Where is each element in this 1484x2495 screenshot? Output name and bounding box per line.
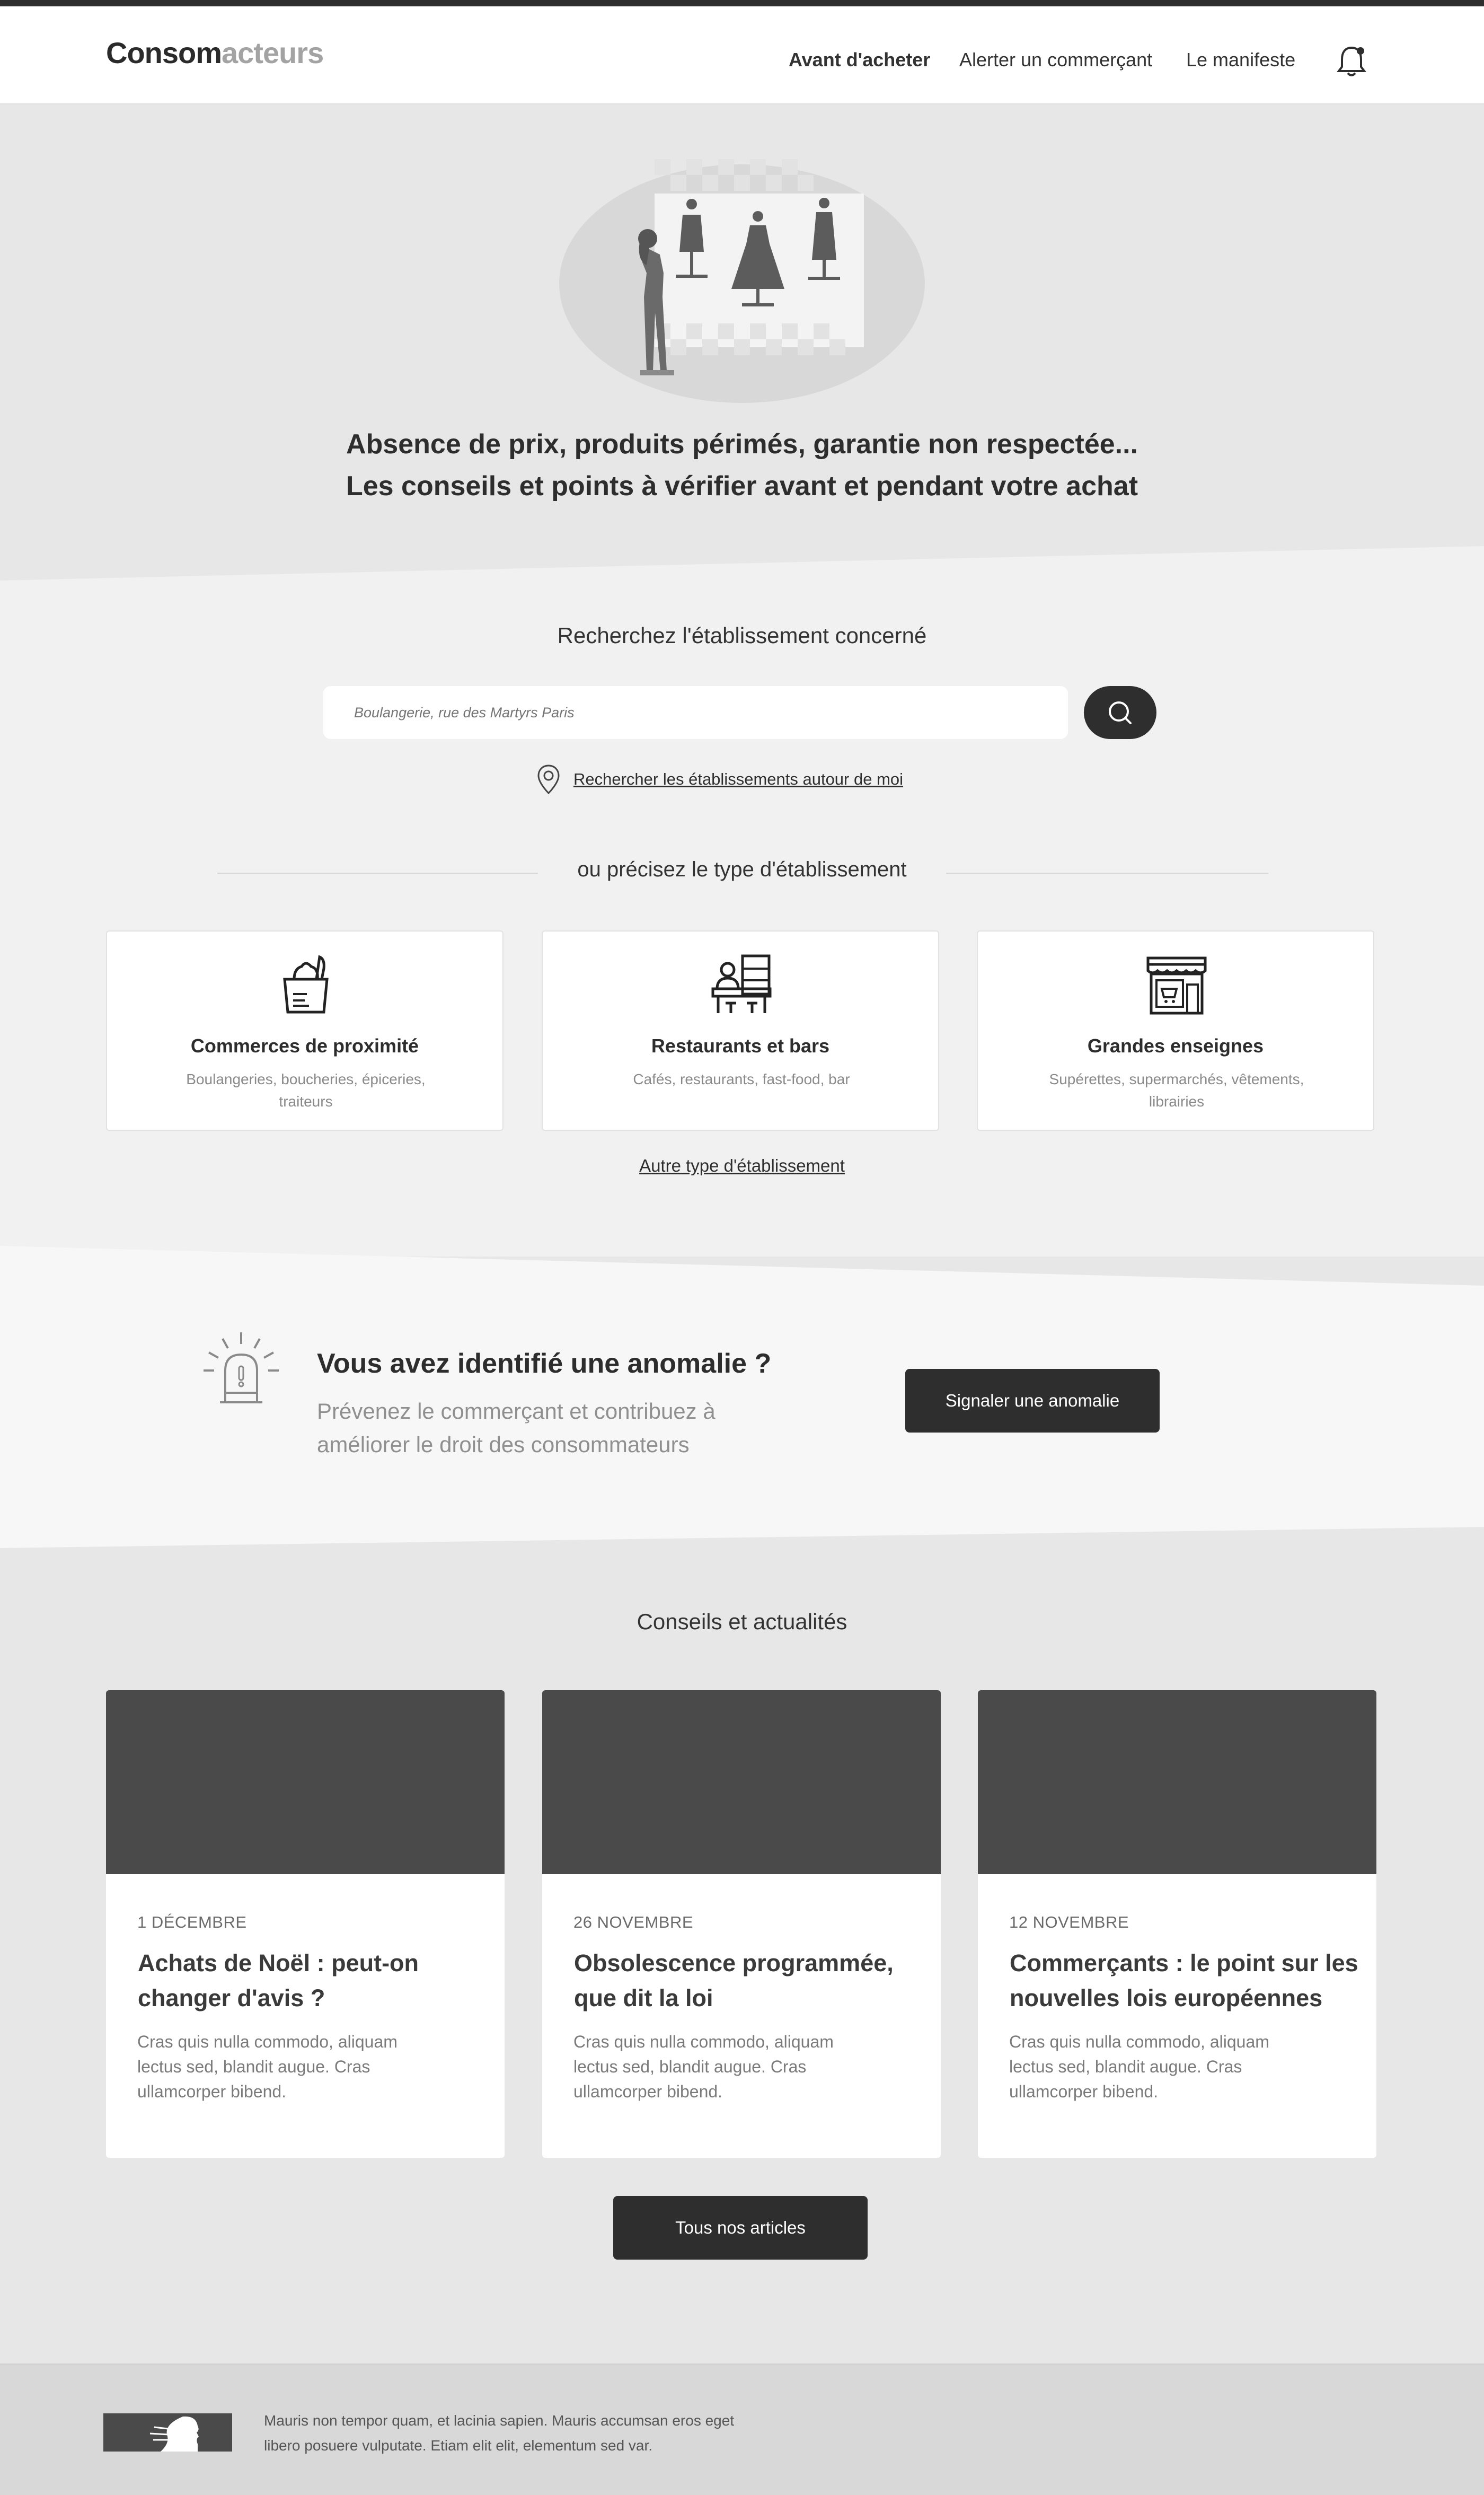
article-title[interactable]: Obsolescence programmée, que dit la loi [574, 1946, 924, 2016]
location-pin-icon [537, 765, 560, 795]
report-anomaly-button[interactable]: Signaler une anomalie [905, 1369, 1160, 1433]
search-icon [1109, 701, 1132, 724]
government-logo[interactable] [103, 2413, 232, 2452]
type-card-title: Commerces de proximité [190, 1035, 419, 1057]
site-footer: Mauris non tempor quam, et lacinia sapie… [0, 2364, 1484, 2495]
type-card-grandes-enseignes[interactable]: Grandes enseignes Supérettes, supermarch… [977, 930, 1374, 1131]
alarm-siren-icon [204, 1332, 279, 1403]
article-date: 26 NOVEMBRE [573, 1913, 694, 1931]
footer-text: Mauris non tempor quam, et lacinia sapie… [264, 2412, 735, 2454]
top-accent-bar [0, 0, 1484, 6]
hero-title-line-1: Absence de prix, produits périmés, garan… [346, 429, 1138, 460]
site-header: Consomacteurs Avant d'acheter Alerter un… [0, 6, 1484, 104]
type-card-subtitle: Supérettes, supermarchés, vêtements, lib… [1049, 1071, 1304, 1110]
nearby-search: Rechercher les établissements autour de … [535, 763, 903, 795]
article-card[interactable]: 1 DÉCEMBRE Achats de Noël : peut-on chan… [106, 1690, 505, 2158]
search-input[interactable] [323, 686, 1068, 739]
shopping-illustration [559, 159, 925, 403]
article-excerpt: Cras quis nulla commodo, aliquam lectus … [1009, 2032, 1269, 2101]
bar-counter-icon [711, 954, 772, 1013]
site-logo[interactable]: Consomacteurs [106, 36, 324, 70]
anomaly-title: Vous avez identifié une anomalie ? [317, 1348, 772, 1379]
article-excerpt: Cras quis nulla commodo, aliquam lectus … [573, 2032, 834, 2101]
type-card-restaurants-bars[interactable]: Restaurants et bars Cafés, restaurants, … [542, 930, 939, 1131]
grocery-bag-icon [283, 955, 329, 1014]
article-date: 12 NOVEMBRE [1009, 1913, 1129, 1931]
type-card-title: Grandes enseignes [1087, 1035, 1264, 1057]
anomaly-description: Prévenez le commerçant et contribuez à a… [317, 1399, 716, 1457]
nav-avant-acheter[interactable]: Avant d'acheter [789, 49, 930, 71]
article-image-placeholder [978, 1690, 1376, 1874]
search-label: Recherchez l'établissement concerné [557, 623, 927, 648]
article-title[interactable]: Achats de Noël : peut-on changer d'avis … [138, 1946, 488, 2016]
article-date: 1 DÉCEMBRE [137, 1913, 247, 1931]
other-establishment-link[interactable]: Autre type d'établissement [0, 1156, 1484, 1176]
logo-dark-part: Consom [106, 36, 222, 69]
nav-alerter-commercant[interactable]: Alerter un commerçant [959, 49, 1152, 71]
establishment-type-heading: ou précisez le type d'établissement [577, 858, 907, 881]
type-card-title: Restaurants et bars [651, 1035, 830, 1057]
notification-bell-icon[interactable] [1333, 43, 1370, 81]
article-image-placeholder [542, 1690, 941, 1874]
article-excerpt: Cras quis nulla commodo, aliquam lectus … [137, 2032, 398, 2101]
nearby-search-link[interactable]: Rechercher les établissements autour de … [573, 770, 903, 789]
search-section [0, 546, 1484, 1257]
article-card[interactable]: 26 NOVEMBRE Obsolescence programmée, que… [542, 1690, 941, 2158]
nav-manifeste[interactable]: Le manifeste [1186, 49, 1295, 71]
hero-title-line-2: Les conseils et points à vérifier avant … [346, 471, 1138, 502]
news-section-title: Conseils et actualités [637, 1609, 847, 1634]
type-card-commerces-proximite[interactable]: Commerces de proximité Boulangeries, bou… [106, 930, 504, 1131]
search-button[interactable] [1084, 686, 1156, 739]
logo-light-part: acteurs [222, 36, 324, 69]
article-title[interactable]: Commerçants : le point sur les nouvelles… [1010, 1946, 1359, 2016]
article-image-placeholder [106, 1690, 505, 1874]
article-card[interactable]: 12 NOVEMBRE Commerçants : le point sur l… [978, 1690, 1376, 2158]
type-card-subtitle: Boulangeries, boucheries, épiceries, tra… [186, 1071, 426, 1110]
storefront-icon [1146, 956, 1207, 1015]
all-articles-button[interactable]: Tous nos articles [613, 2196, 868, 2260]
type-card-subtitle: Cafés, restaurants, fast-food, bar [633, 1071, 850, 1087]
